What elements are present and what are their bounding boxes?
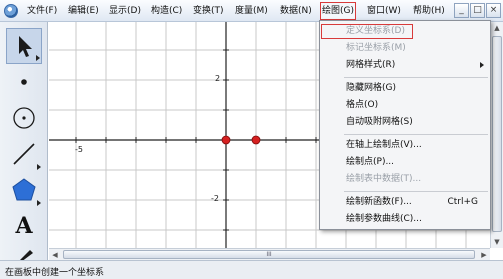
submenu-arrow-icon (480, 62, 484, 68)
text-tool[interactable]: A (6, 208, 42, 244)
menu-plot-point-on-axis[interactable]: 在轴上绘制点(V)... (320, 137, 490, 154)
restore-button[interactable]: □ (470, 3, 485, 18)
close-button[interactable]: × (486, 3, 501, 18)
compass-circle-icon (13, 107, 35, 129)
menu-bar: 文件(F) 编辑(E) 显示(D) 构造(C) 变换(T) 度量(M) 数据(N… (0, 0, 503, 22)
menu-grid-points[interactable]: 格点(O) (320, 97, 490, 114)
window-buttons: _ □ × (454, 3, 501, 18)
menu-snap-to-grid[interactable]: 自动吸附网格(S) (320, 114, 490, 131)
tool-expand-icon (37, 164, 41, 170)
minimize-button[interactable]: _ (454, 3, 469, 18)
menu-edit[interactable]: 编辑(E) (67, 3, 100, 19)
menu-plot-parametric-curve[interactable]: 绘制参数曲线(C)... (320, 211, 490, 228)
menu-display[interactable]: 显示(D) (108, 3, 142, 19)
x-axis-label-neg5: -5 (75, 145, 83, 154)
menu-plot-table-data[interactable]: 绘制表中数据(T)... (320, 171, 490, 188)
menu-transform[interactable]: 变换(T) (192, 3, 225, 19)
vertical-scrollbar[interactable]: ▲ ▼ (490, 22, 503, 248)
selection-arrow-tool[interactable] (6, 28, 42, 64)
scroll-up-icon[interactable]: ▲ (491, 22, 503, 34)
menu-help[interactable]: 帮助(H) (412, 3, 446, 19)
menu-grid-style[interactable]: 网格样式(R) (320, 57, 490, 74)
menu-plot-new-function[interactable]: 绘制新函数(F)... Ctrl+G (320, 194, 490, 211)
toolbox: A (0, 22, 48, 262)
y-axis-label-2: 2 (215, 74, 221, 83)
menu-mark-coordinate-system[interactable]: 标记坐标系(M) (320, 40, 490, 57)
tool-expand-icon (36, 55, 40, 61)
menu-file[interactable]: 文件(F) (26, 3, 58, 19)
menu-construct[interactable]: 构造(C) (150, 3, 183, 19)
graph-menu-dropdown: 定义坐标系(D) 标记坐标系(M) 网格样式(R) 隐藏网格(G) 格点(O) … (319, 20, 491, 230)
menu-plot-points[interactable]: 绘制点(P)... (320, 154, 490, 171)
compass-tool[interactable] (6, 100, 42, 136)
tool-expand-icon (37, 200, 41, 206)
point-icon (21, 79, 27, 85)
vertical-scroll-thumb[interactable] (492, 36, 502, 232)
horizontal-scrollbar[interactable]: ◀ III ▶ (49, 248, 490, 260)
menu-separator (344, 77, 488, 78)
menu-hide-grid[interactable]: 隐藏网格(G) (320, 80, 490, 97)
menu-define-coordinate-system[interactable]: 定义坐标系(D) (320, 23, 414, 40)
menu-separator (344, 134, 488, 135)
point-tool[interactable] (6, 64, 42, 100)
polygon-tool[interactable] (6, 172, 42, 208)
status-text: 在画板中创建一个坐标系 (5, 268, 105, 278)
scroll-down-icon[interactable]: ▼ (491, 236, 503, 248)
menu-shortcut: Ctrl+G (447, 197, 478, 207)
status-bar: 在画板中创建一个坐标系 (0, 260, 503, 279)
horizontal-scroll-thumb[interactable]: III (63, 250, 475, 259)
menu-graph[interactable]: 绘图(G) (320, 2, 356, 20)
y-axis-label-neg2: -2 (211, 194, 219, 203)
menu-measure[interactable]: 度量(M) (234, 3, 269, 19)
app-icon[interactable] (4, 4, 18, 18)
unit-point[interactable] (251, 135, 261, 145)
straightedge-tool[interactable] (6, 136, 42, 172)
origin-point[interactable] (221, 135, 231, 145)
menu-data[interactable]: 数据(N) (279, 3, 313, 19)
menu-window[interactable]: 窗口(W) (366, 3, 402, 19)
menu-separator (344, 191, 488, 192)
menu-plot-new-function-label: 绘制新函数(F)... (346, 197, 412, 207)
menu-grid-style-label: 网格样式(R) (346, 60, 396, 70)
